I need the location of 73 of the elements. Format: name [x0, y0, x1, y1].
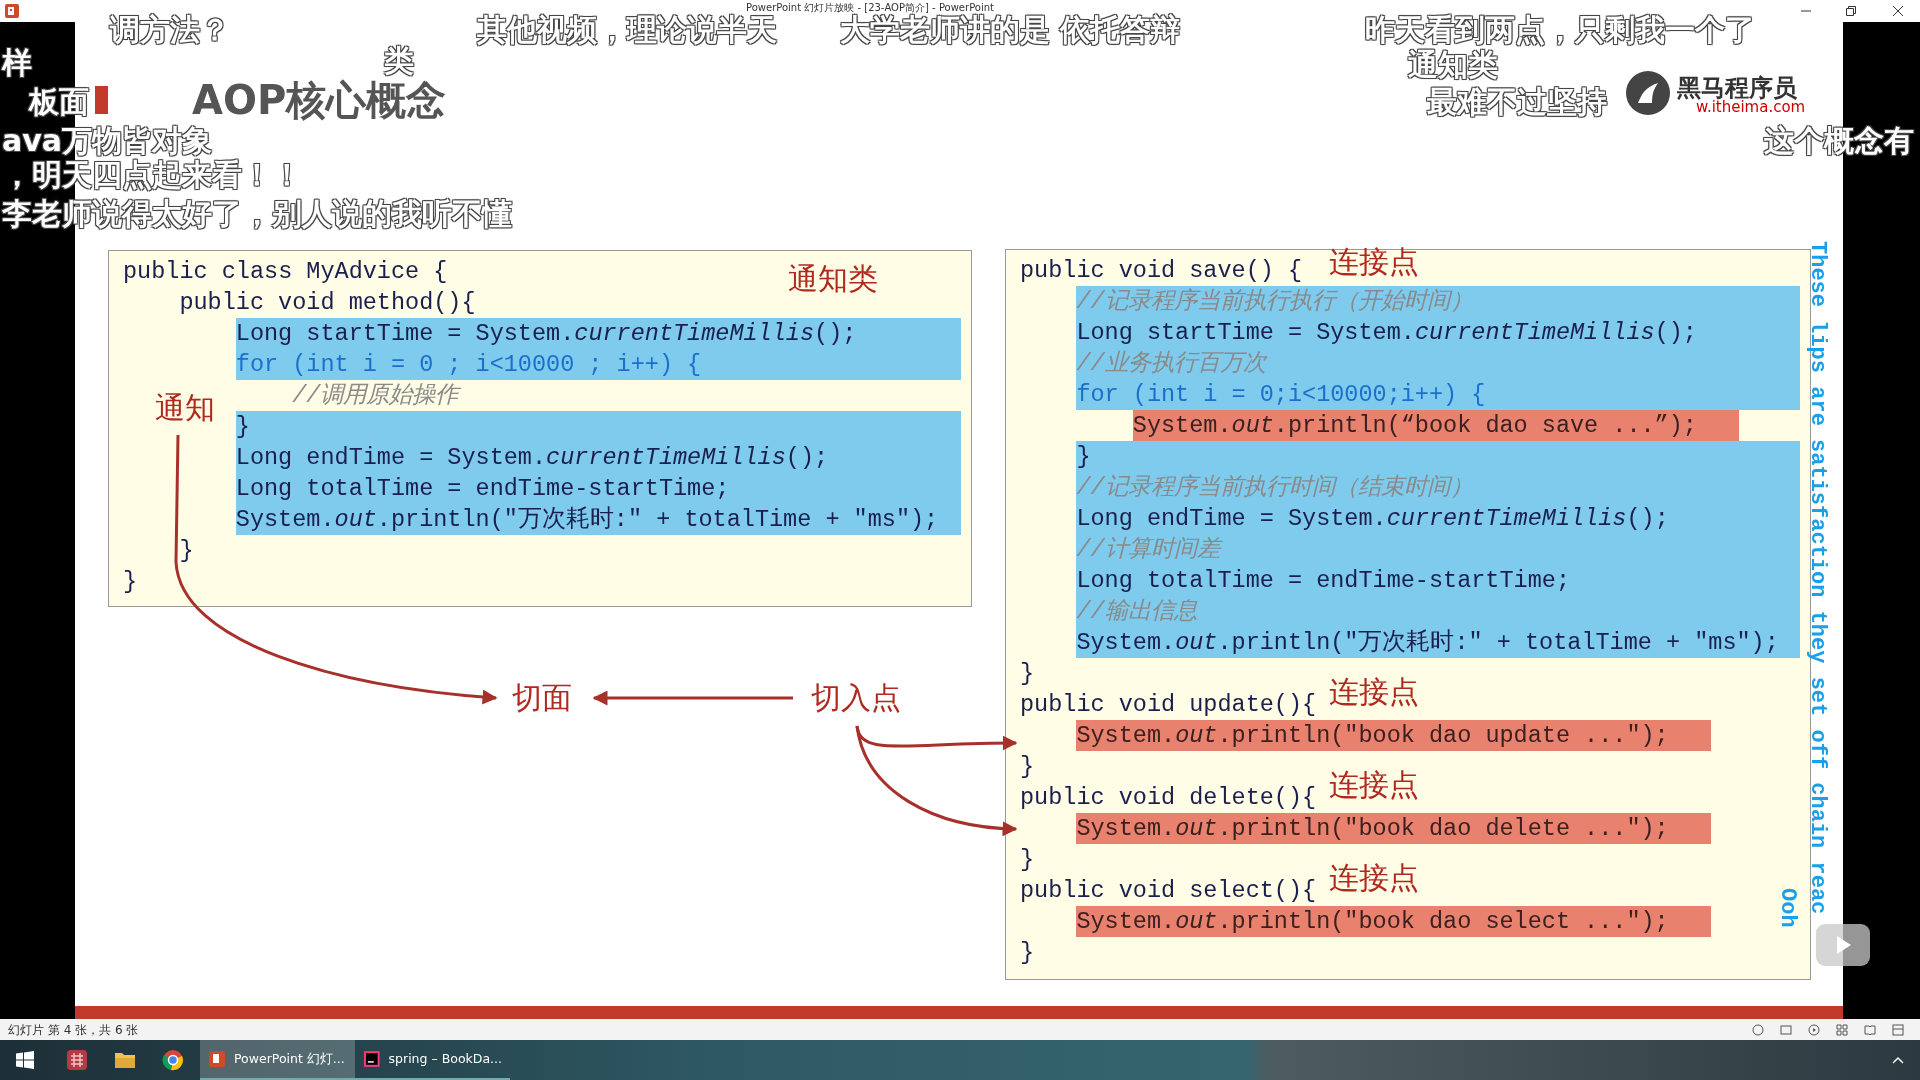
- slide-view-icon[interactable]: [1780, 1023, 1792, 1036]
- code-line: }: [1020, 660, 1035, 687]
- code-line: }: [1020, 753, 1035, 780]
- close-icon[interactable]: [1892, 5, 1904, 17]
- taskbar-button[interactable]: spring – BookDa...: [355, 1040, 510, 1080]
- subtitle-caption: These lips are satisfaction they set off chain reac: [1806, 241, 1828, 915]
- code-line: System.out.println("book dao update ...");: [1076, 722, 1669, 749]
- code-line: }: [179, 537, 194, 564]
- annotation-label: 切入点: [811, 680, 901, 716]
- code-line: public void delete(){: [1020, 784, 1317, 811]
- slides-app-icon: [208, 1050, 226, 1068]
- circle-icon[interactable]: [1752, 1023, 1764, 1036]
- notes-icon[interactable]: [1892, 1023, 1904, 1036]
- restore-icon[interactable]: [1845, 5, 1857, 17]
- app-grid-icon[interactable]: [66, 1049, 88, 1071]
- bullet-comment: 其他视频，理论说半天: [475, 13, 779, 48]
- taskbar-button[interactable]: PowerPoint 幻灯...: [200, 1040, 355, 1080]
- app-icon: [4, 3, 20, 19]
- folder-icon[interactable]: [114, 1050, 136, 1070]
- book-icon[interactable]: [1864, 1023, 1876, 1036]
- title-accent: [95, 86, 108, 114]
- annotation-label: 连接点: [1329, 767, 1419, 803]
- play-icon[interactable]: [1808, 1023, 1820, 1036]
- bullet-comment: 大学老师讲的是 依托答辩: [840, 13, 1182, 48]
- code-line: Long endTime = System.currentTimeMillis();: [1076, 505, 1669, 532]
- code-line: }: [235, 413, 250, 440]
- code-line: System.out.println("万次耗时:" + totalTime + "ms");: [1076, 629, 1779, 656]
- subtitle-caption: Ooh: [1776, 888, 1798, 928]
- code-line: public void select(){: [1020, 877, 1317, 904]
- annotation-label: 连接点: [1329, 860, 1419, 896]
- code-comment: //记录程序当前执行执行（开始时间）: [1076, 288, 1473, 315]
- code-line: for (int i = 0 ; i<10000 ; i++) {: [235, 351, 702, 378]
- bullet-comment: 最难不过坚持: [1425, 85, 1609, 120]
- slide-counter: 幻灯片 第 4 张，共 6 张: [8, 1021, 139, 1039]
- annotation-label: 连接点: [1329, 244, 1419, 280]
- annotation-label: 切面: [512, 680, 572, 716]
- annotation-label: 通知类: [788, 261, 878, 297]
- code-line: Long totalTime = endTime-startTime;: [235, 475, 730, 502]
- slide-title: AOP核心概念: [192, 77, 447, 125]
- code-line: System.out.println("万次耗时:" + totalTime + "ms");: [235, 506, 939, 533]
- code-comment: //调用原始操作: [292, 382, 459, 409]
- code-line: public void method(){: [179, 289, 476, 316]
- bullet-comment: 样: [0, 46, 33, 81]
- code-line: }: [1076, 443, 1091, 470]
- code-line: for (int i = 0;i<10000;i++) {: [1076, 381, 1486, 408]
- bullet-comment: 昨天看到两点，只剩我一个了: [1364, 13, 1756, 48]
- code-line: Long startTime = System.currentTimeMillis();: [1076, 319, 1697, 346]
- window-title: PowerPoint 幻灯片放映 - [23-AOP简介] - PowerPoint: [746, 3, 994, 13]
- code-line: }: [1020, 939, 1035, 966]
- grid-icon[interactable]: [1836, 1023, 1848, 1036]
- code-line: }: [123, 568, 138, 595]
- browser-icon[interactable]: [162, 1049, 184, 1071]
- annotation-label: 连接点: [1329, 674, 1419, 710]
- code-line: }: [1020, 846, 1035, 873]
- code-line: public void save() {: [1020, 257, 1303, 284]
- code-line: Long endTime = System.currentTimeMillis();: [235, 444, 829, 471]
- windows-logo-icon[interactable]: [16, 1051, 34, 1069]
- bullet-comment: 通知类: [1406, 48, 1499, 83]
- code-comment: //业务执行百万次: [1076, 350, 1266, 377]
- bullet-comment: 类: [382, 44, 416, 79]
- ide-app-icon: [363, 1050, 381, 1068]
- code-line: System.out.println(“book dao save ...”);: [1132, 412, 1697, 439]
- code-line: System.out.println("book dao delete ...");: [1076, 815, 1669, 842]
- code-line: public class MyAdvice {: [123, 258, 448, 285]
- code-comment: //输出信息: [1076, 598, 1197, 625]
- code-line: System.out.println("book dao select ...");: [1076, 908, 1669, 935]
- code-line: Long startTime = System.currentTimeMillis();: [235, 320, 857, 347]
- bullet-comment: 调方法？: [108, 13, 231, 48]
- code-comment: //记录程序当前执行时间（结束时间）: [1076, 474, 1473, 501]
- chevron-up-icon[interactable]: [1892, 1056, 1904, 1064]
- annotation-label: 通知: [155, 390, 215, 426]
- code-line: Long totalTime = endTime-startTime;: [1076, 567, 1570, 594]
- code-line: public void update(){: [1020, 691, 1317, 718]
